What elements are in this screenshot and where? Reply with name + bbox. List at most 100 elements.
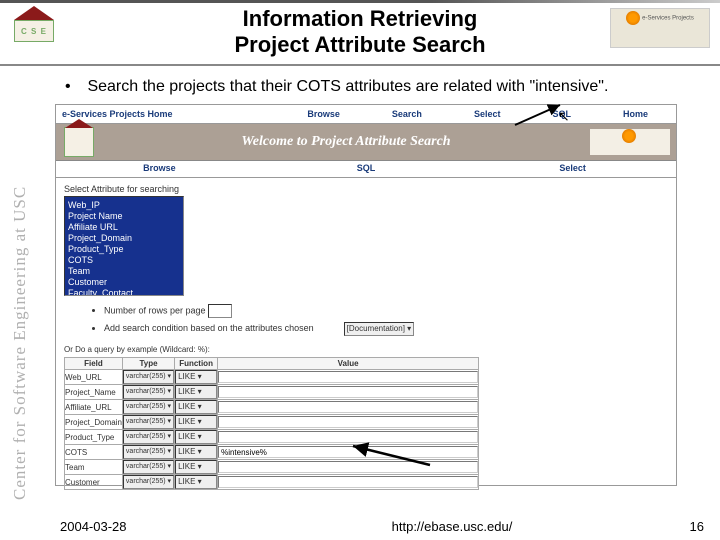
rows-label: Number of rows per page	[104, 305, 206, 315]
cell-field: COTS	[65, 445, 123, 460]
cell-func: LIKE ▾	[175, 400, 218, 415]
cell-func: LIKE ▾	[175, 415, 218, 430]
type-dropdown[interactable]: varchar(255) ▾	[123, 475, 174, 489]
function-dropdown[interactable]: LIKE ▾	[175, 415, 217, 429]
screenshot-topnav: e-Services Projects Home Browse Search S…	[56, 105, 676, 124]
topnav-home[interactable]: e-Services Projects Home	[56, 109, 242, 119]
cell-type: varchar(255) ▾	[122, 430, 174, 445]
topnav-browse[interactable]: Browse	[307, 109, 340, 119]
add-label: Add search condition based on the attrib…	[104, 323, 314, 333]
value-input[interactable]	[218, 371, 478, 383]
footer-url: http://ebase.usc.edu/	[260, 519, 644, 534]
select-label: Select Attribute for searching	[64, 184, 668, 194]
th-function: Function	[175, 358, 218, 370]
query-table: Field Type Function Value Web_URLvarchar…	[64, 357, 479, 490]
function-dropdown[interactable]: LIKE ▾	[175, 385, 217, 399]
query-by-example-label: Or Do a query by example (Wildcard: %):	[64, 345, 668, 354]
content: • Search the projects that their COTS at…	[55, 72, 710, 510]
table-row: Teamvarchar(255) ▾LIKE ▾	[65, 460, 479, 475]
value-input[interactable]	[218, 401, 478, 413]
cell-value	[218, 415, 479, 430]
value-input[interactable]	[218, 386, 478, 398]
cell-func: LIKE ▾	[175, 385, 218, 400]
type-dropdown[interactable]: varchar(255) ▾	[123, 430, 174, 444]
listbox-option[interactable]: Project_Domain	[68, 233, 180, 244]
function-dropdown[interactable]: LIKE ▾	[175, 370, 217, 384]
type-dropdown[interactable]: varchar(255) ▾	[123, 415, 174, 429]
table-row: Web_URLvarchar(255) ▾LIKE ▾	[65, 370, 479, 385]
table-row: COTSvarchar(255) ▾LIKE ▾	[65, 445, 479, 460]
bullet-text: Search the projects that their COTS attr…	[87, 78, 608, 95]
cell-type: varchar(255) ▾	[122, 400, 174, 415]
topnav-search[interactable]: Search	[392, 109, 422, 119]
cell-value	[218, 460, 479, 475]
star-icon	[626, 11, 640, 25]
cell-type: varchar(255) ▾	[122, 385, 174, 400]
function-dropdown[interactable]: LIKE ▾	[175, 460, 217, 474]
mini-star-icon	[622, 129, 636, 143]
subnav: Browse SQL Select	[56, 161, 676, 178]
type-dropdown[interactable]: varchar(255) ▾	[123, 460, 174, 474]
listbox-option[interactable]: Affiliate URL	[68, 222, 180, 233]
cell-type: varchar(255) ▾	[122, 445, 174, 460]
listbox-option[interactable]: Faculty_Contact	[68, 288, 180, 296]
cell-value	[218, 475, 479, 490]
logo-es-text: e-Services Projects	[642, 16, 694, 22]
topnav-select[interactable]: Select	[474, 109, 501, 119]
embedded-screenshot: e-Services Projects Home Browse Search S…	[55, 104, 677, 486]
condition-dropdown[interactable]: [Documentation] ▾	[344, 322, 415, 336]
footer-date: 2004-03-28	[0, 519, 260, 534]
listbox-option[interactable]: Team	[68, 266, 180, 277]
topnav-links: Browse Search Select SQL Home	[242, 109, 676, 119]
rows-per-page-input[interactable]	[208, 304, 232, 318]
type-dropdown[interactable]: varchar(255) ▾	[123, 370, 174, 384]
topnav-sql[interactable]: SQL	[552, 109, 571, 119]
function-dropdown[interactable]: LIKE ▾	[175, 400, 217, 414]
cell-field: Project_Domain	[65, 415, 123, 430]
add-condition-item: Add search condition based on the attrib…	[104, 322, 668, 336]
value-input[interactable]	[218, 446, 478, 458]
logo-cse: C S E	[14, 6, 54, 54]
cell-func: LIKE ▾	[175, 475, 218, 490]
subnav-browse[interactable]: Browse	[56, 161, 263, 177]
topnav-home-link[interactable]: Home	[623, 109, 648, 119]
cell-field: Team	[65, 460, 123, 475]
cell-field: Customer	[65, 475, 123, 490]
table-row: Project_Namevarchar(255) ▾LIKE ▾	[65, 385, 479, 400]
function-dropdown[interactable]: LIKE ▾	[175, 445, 217, 459]
th-value: Value	[218, 358, 479, 370]
attribute-listbox[interactable]: Web_IPProject NameAffiliate URLProject_D…	[64, 196, 184, 296]
subnav-sql[interactable]: SQL	[263, 161, 470, 177]
listbox-option[interactable]: Product_Type	[68, 244, 180, 255]
listbox-option[interactable]: Customer	[68, 277, 180, 288]
listbox-option[interactable]: COTS	[68, 255, 180, 266]
cell-type: varchar(255) ▾	[122, 475, 174, 490]
cell-value	[218, 430, 479, 445]
subnav-select[interactable]: Select	[469, 161, 676, 177]
type-dropdown[interactable]: varchar(255) ▾	[123, 445, 174, 459]
sidebar-watermark: Center for Software Engineering at USC	[10, 80, 32, 500]
type-dropdown[interactable]: varchar(255) ▾	[123, 385, 174, 399]
value-input[interactable]	[218, 476, 478, 488]
value-input[interactable]	[218, 461, 478, 473]
logo-cse-text: C S E	[21, 27, 47, 36]
roof-icon	[14, 6, 54, 20]
cell-field: Web_URL	[65, 370, 123, 385]
th-type: Type	[122, 358, 174, 370]
header: C S E Information Retrieving Project Att…	[0, 0, 720, 66]
table-row: Affiliate_URLvarchar(255) ▾LIKE ▾	[65, 400, 479, 415]
value-input[interactable]	[218, 431, 478, 443]
function-dropdown[interactable]: LIKE ▾	[175, 475, 217, 489]
footer-page: 16	[644, 519, 720, 534]
listbox-option[interactable]: Web_IP	[68, 200, 180, 211]
type-dropdown[interactable]: varchar(255) ▾	[123, 400, 174, 414]
logo-eservices: e-Services Projects	[610, 8, 710, 48]
cell-field: Affiliate_URL	[65, 400, 123, 415]
cell-value	[218, 445, 479, 460]
function-dropdown[interactable]: LIKE ▾	[175, 430, 217, 444]
value-input[interactable]	[218, 416, 478, 428]
cell-type: varchar(255) ▾	[122, 415, 174, 430]
listbox-option[interactable]: Project Name	[68, 211, 180, 222]
table-row: Customervarchar(255) ▾LIKE ▾	[65, 475, 479, 490]
mini-roof-icon	[65, 119, 93, 128]
